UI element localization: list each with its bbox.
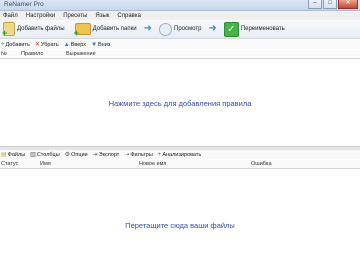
analyze-menu-button[interactable]: +Анализировать [158,152,201,158]
add-folder-button[interactable]: Добавить папки [72,21,140,38]
column-expression[interactable]: Выражение [66,51,96,57]
rules-column-header: № Правило Выражение [0,50,360,59]
rename-label: Переименовать [240,26,285,32]
menu-help[interactable]: Справка [117,13,141,19]
preview-label: Просмотр [174,26,202,32]
title-bar: ReNamer Pro – □ ✕ [0,0,360,11]
rename-button[interactable]: ✓ Переименовать [221,21,288,38]
export-icon: ⇥ [92,152,98,158]
close-button[interactable]: ✕ [338,0,358,9]
minimize-button[interactable]: – [308,0,322,9]
main-toolbar: Добавить файлы Добавить папки ➜ Просмотр… [0,20,360,39]
menu-language[interactable]: Язык [95,13,109,19]
rules-add-button[interactable]: +Добавить [1,42,30,48]
files-menu-button[interactable]: ▤Файлы [1,151,25,158]
rules-panel[interactable]: Нажмите здесь для добавления правила [0,59,360,146]
files-placeholder[interactable]: Перетащите сюда ваши файлы [0,221,360,230]
column-status[interactable]: Статус [1,161,18,167]
arrow-right-icon: ➜ [143,23,153,34]
window-controls: – □ ✕ [308,0,358,9]
remove-icon: ✕ [34,42,40,48]
rules-down-label: Вниз [98,41,111,48]
files-column-header: Статус Имя Новое имя Ошибка [0,160,360,169]
rules-placeholder[interactable]: Нажмите здесь для добавления правила [0,99,360,108]
columns-icon: ▥ [30,152,36,158]
column-new-name[interactable]: Новое имя [139,161,166,167]
filters-menu-button[interactable]: ⇢Фильтры [124,151,152,158]
files-panel[interactable]: Перетащите сюда ваши файлы [0,169,360,270]
filters-menu-label: Фильтры [130,152,153,158]
add-folder-icon [74,23,91,38]
add-files-icon [2,22,15,38]
columns-menu-button[interactable]: ▥Столбцы [30,151,60,158]
column-number[interactable]: № [1,51,7,57]
rules-remove-button[interactable]: ✕Убрать [35,41,59,48]
rules-up-label: Вверх [70,41,87,48]
files-menu-label: Файлы [7,152,26,158]
column-name[interactable]: Имя [40,161,51,167]
rules-add-label: Добавить [5,41,30,48]
menu-bar: Файл Настройки Пресеты Язык Справка [0,11,360,20]
checkmark-icon: ✓ [223,21,239,37]
export-menu-label: Экспорт [98,152,120,158]
plus-icon: + [1,41,5,48]
arrow-right-icon: ➜ [208,23,217,34]
gear-icon: ⚙ [64,152,71,158]
column-error[interactable]: Ошибка [251,161,272,167]
rules-down-button[interactable]: ▼Вниз [91,42,110,48]
files-icon: ▤ [1,152,7,158]
options-menu-button[interactable]: ⚙Опции [65,151,88,158]
export-menu-button[interactable]: ⇥Экспорт [93,151,120,158]
preview-button[interactable]: Просмотр [156,21,204,38]
rules-toolbar: +Добавить ✕Убрать ▲Вверх ▼Вниз [0,40,360,49]
analyze-menu-label: Анализировать [162,151,202,158]
rules-remove-label: Убрать [40,42,59,48]
analyze-icon: + [157,151,162,158]
arrow-up-icon: ▲ [63,41,70,48]
files-toolbar: ▤Файлы ▥Столбцы ⚙Опции ⇥Экспорт ⇢Фильтры… [0,150,360,159]
menu-presets[interactable]: Пресеты [63,13,87,19]
preview-icon [159,22,173,36]
rules-up-button[interactable]: ▲Вверх [64,42,86,48]
filter-icon: ⇢ [124,152,130,158]
arrow-down-icon: ▼ [91,41,98,48]
options-menu-label: Опции [71,152,88,158]
menu-file[interactable]: Файл [3,13,18,19]
columns-menu-label: Столбцы [36,152,60,158]
add-files-button[interactable]: Добавить файлы [0,21,68,38]
column-rule[interactable]: Правило [21,51,43,57]
add-files-label: Добавить файлы [17,26,65,32]
menu-settings[interactable]: Настройки [26,13,55,19]
maximize-button[interactable]: □ [323,0,337,9]
window-title: ReNamer Pro [4,1,44,8]
add-folder-label: Добавить папки [92,26,137,32]
